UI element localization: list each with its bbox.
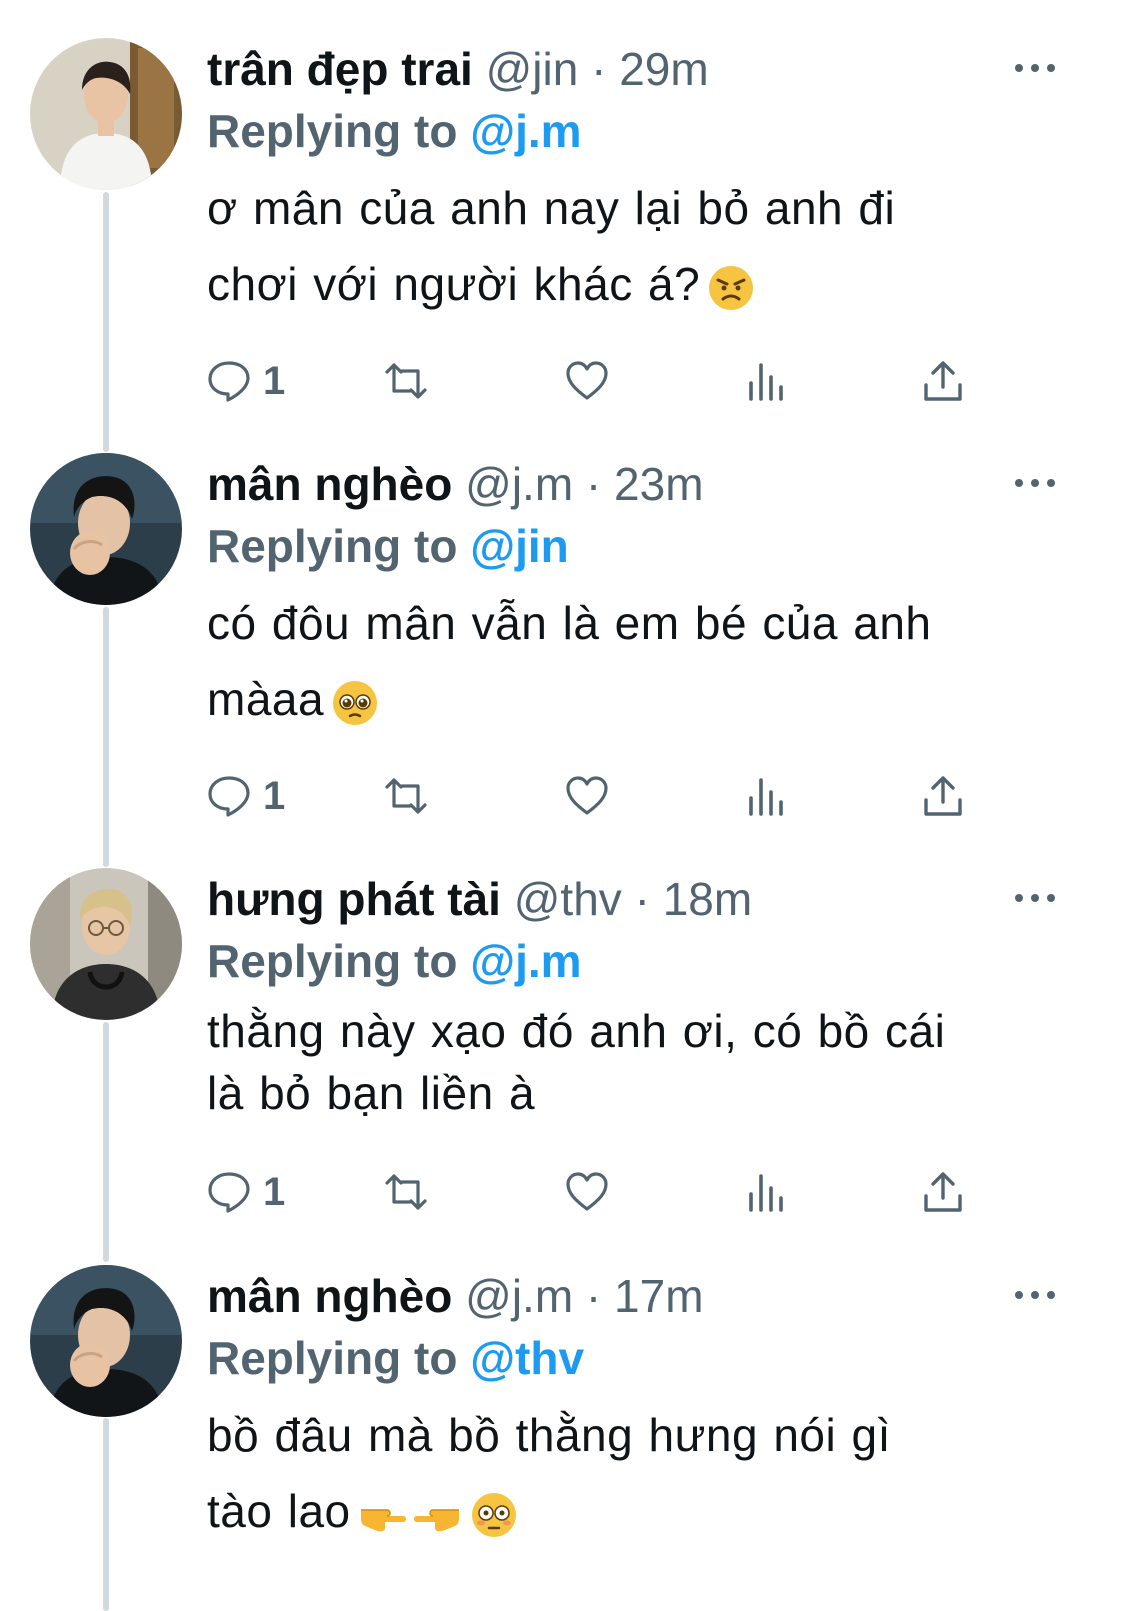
tweet-text: có đôu mân vẫn là em bé của anh màaa bbox=[207, 585, 1077, 737]
action-bar: 1 bbox=[207, 1167, 987, 1217]
pleading-face-icon bbox=[330, 678, 380, 728]
avatar-jin-image bbox=[30, 38, 182, 190]
timestamp[interactable]: 23m bbox=[614, 458, 703, 510]
avatar[interactable] bbox=[30, 1265, 182, 1417]
replying-to-link[interactable]: @jin bbox=[470, 520, 569, 572]
more-options-icon[interactable] bbox=[1015, 58, 1055, 78]
reply-icon bbox=[208, 776, 250, 817]
replying-prefix: Replying to bbox=[207, 935, 458, 987]
display-name[interactable]: hưng phát tài bbox=[207, 873, 501, 925]
tweet-text-line: tào lao bbox=[207, 1485, 351, 1537]
analytics-icon bbox=[749, 363, 783, 401]
separator: · bbox=[585, 458, 602, 510]
reply-count: 1 bbox=[263, 1170, 286, 1214]
angry-face-icon bbox=[706, 263, 756, 313]
replying-prefix: Replying to bbox=[207, 520, 458, 572]
separator: · bbox=[591, 43, 607, 95]
retweet-button[interactable] bbox=[384, 1167, 428, 1217]
heart-icon bbox=[566, 776, 608, 815]
reply-icon bbox=[208, 1172, 250, 1213]
share-button[interactable] bbox=[921, 771, 965, 821]
replying-prefix: Replying to bbox=[207, 1332, 458, 1384]
avatar[interactable] bbox=[30, 868, 182, 1020]
analytics-icon bbox=[749, 1174, 783, 1212]
analytics-button[interactable] bbox=[745, 1167, 789, 1217]
like-button[interactable] bbox=[565, 356, 609, 406]
tweet-text-line: ơ mân của anh nay lại bỏ anh đi bbox=[207, 182, 896, 234]
retweet-icon bbox=[385, 1174, 427, 1210]
reply-button[interactable]: 1 bbox=[207, 356, 285, 406]
display-name[interactable]: trân đẹp trai bbox=[207, 43, 473, 95]
timestamp[interactable]: 17m bbox=[614, 1270, 703, 1322]
tweet[interactable]: trân đẹp trai @jin · 29m Replying to @j.… bbox=[0, 38, 1125, 418]
timestamp[interactable]: 18m bbox=[663, 873, 752, 925]
analytics-button[interactable] bbox=[745, 356, 789, 406]
handle[interactable]: @j.m bbox=[465, 1270, 573, 1322]
avatar-jm-image bbox=[30, 1265, 182, 1417]
more-options-icon[interactable] bbox=[1015, 888, 1055, 908]
timestamp[interactable]: 29m bbox=[619, 43, 708, 95]
tweet-text-line: chơi với người khác á? bbox=[207, 258, 701, 310]
handle[interactable]: @jin bbox=[486, 43, 579, 95]
retweet-icon bbox=[385, 363, 427, 399]
reply-icon bbox=[208, 361, 250, 402]
avatar-jm-image bbox=[30, 453, 182, 605]
avatar-thv-image bbox=[30, 868, 182, 1020]
share-icon bbox=[924, 1172, 962, 1212]
like-button[interactable] bbox=[565, 1167, 609, 1217]
tweet-text-line: bồ đâu mà bồ thằng hưng nói gì bbox=[207, 1409, 891, 1461]
heart-icon bbox=[566, 361, 608, 400]
reply-button[interactable]: 1 bbox=[207, 771, 285, 821]
share-icon bbox=[924, 361, 962, 401]
replying-to-link[interactable]: @j.m bbox=[470, 105, 581, 157]
reply-button[interactable]: 1 bbox=[207, 1167, 285, 1217]
tweet-text: bồ đâu mà bồ thằng hưng nói gì tào lao bbox=[207, 1397, 1077, 1549]
analytics-button[interactable] bbox=[745, 771, 789, 821]
avatar[interactable] bbox=[30, 38, 182, 190]
replying-prefix: Replying to bbox=[207, 105, 458, 157]
retweet-button[interactable] bbox=[384, 356, 428, 406]
like-button[interactable] bbox=[565, 771, 609, 821]
separator: · bbox=[585, 1270, 602, 1322]
tweet[interactable]: hưng phát tài @thv · 18m Replying to @j.… bbox=[0, 868, 1125, 1228]
point-left-icon bbox=[413, 1490, 463, 1540]
share-button[interactable] bbox=[921, 1167, 965, 1217]
tweet-text-line: thằng này xạo đó anh ơi, có bồ cái bbox=[207, 1005, 946, 1057]
tweet-text-line: là bỏ bạn liền à bbox=[207, 1067, 536, 1119]
avatar[interactable] bbox=[30, 453, 182, 605]
more-options-icon[interactable] bbox=[1015, 1285, 1055, 1305]
action-bar: 1 bbox=[207, 771, 987, 821]
tweet-text-line: có đôu mân vẫn là em bé của anh bbox=[207, 597, 932, 649]
handle[interactable]: @thv bbox=[514, 873, 622, 925]
flushed-face-icon bbox=[469, 1490, 519, 1540]
more-options-icon[interactable] bbox=[1015, 473, 1055, 493]
analytics-icon bbox=[749, 778, 783, 816]
display-name[interactable]: mân nghèo bbox=[207, 1270, 452, 1322]
reply-count: 1 bbox=[263, 774, 286, 818]
tweet-text: ơ mân của anh nay lại bỏ anh đi chơi với… bbox=[207, 170, 1077, 322]
action-bar: 1 bbox=[207, 356, 987, 406]
display-name[interactable]: mân nghèo bbox=[207, 458, 452, 510]
replying-to-link[interactable]: @thv bbox=[470, 1332, 584, 1384]
handle[interactable]: @j.m bbox=[465, 458, 573, 510]
tweet-text-line: màaa bbox=[207, 673, 325, 725]
heart-icon bbox=[566, 1172, 608, 1211]
point-right-icon bbox=[357, 1490, 407, 1540]
tweet-text: thằng này xạo đó anh ơi, có bồ cái là bỏ… bbox=[207, 1000, 1077, 1124]
reply-count: 1 bbox=[263, 359, 286, 403]
tweet[interactable]: mân nghèo @j.m · 23m Replying to @jin có… bbox=[0, 453, 1125, 833]
share-button[interactable] bbox=[921, 356, 965, 406]
retweet-icon bbox=[385, 778, 427, 814]
share-icon bbox=[924, 776, 962, 816]
replying-to-link[interactable]: @j.m bbox=[470, 935, 581, 987]
separator: · bbox=[634, 873, 650, 925]
tweet[interactable]: mân nghèo @j.m · 17m Replying to @thv bồ… bbox=[0, 1265, 1125, 1611]
retweet-button[interactable] bbox=[384, 771, 428, 821]
